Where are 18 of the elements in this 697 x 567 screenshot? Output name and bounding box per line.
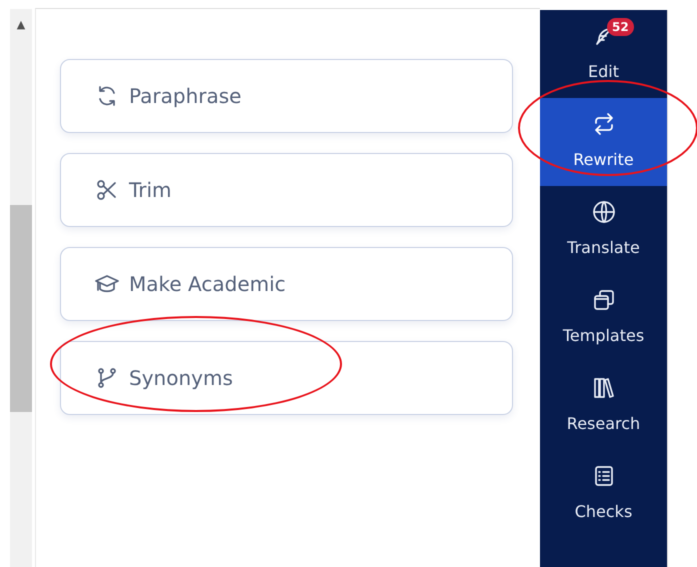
sidebar-item[interactable]: Templates (540, 274, 667, 362)
scissors-icon (95, 178, 119, 202)
scrollbar-thumb[interactable] (10, 205, 32, 412)
option-button[interactable]: Paraphrase (60, 59, 513, 133)
windows-icon (592, 288, 616, 312)
option-button[interactable]: Synonyms (60, 341, 513, 415)
sidebar-item[interactable]: Research (540, 362, 667, 450)
globe-icon (592, 200, 616, 224)
scroll-up-arrow[interactable]: ▲ (10, 9, 32, 205)
option-button[interactable]: Make Academic (60, 247, 513, 321)
sidebar-item[interactable]: Translate (540, 186, 667, 274)
sidebar-item[interactable]: Edit 52 (540, 10, 667, 98)
books-icon (592, 376, 616, 400)
sidebar-item[interactable]: Checks (540, 450, 667, 538)
branch-icon (95, 366, 119, 390)
option-button[interactable]: Trim (60, 153, 513, 227)
count-badge: 52 (607, 18, 634, 36)
sidebar-item[interactable]: Rewrite (540, 98, 667, 186)
